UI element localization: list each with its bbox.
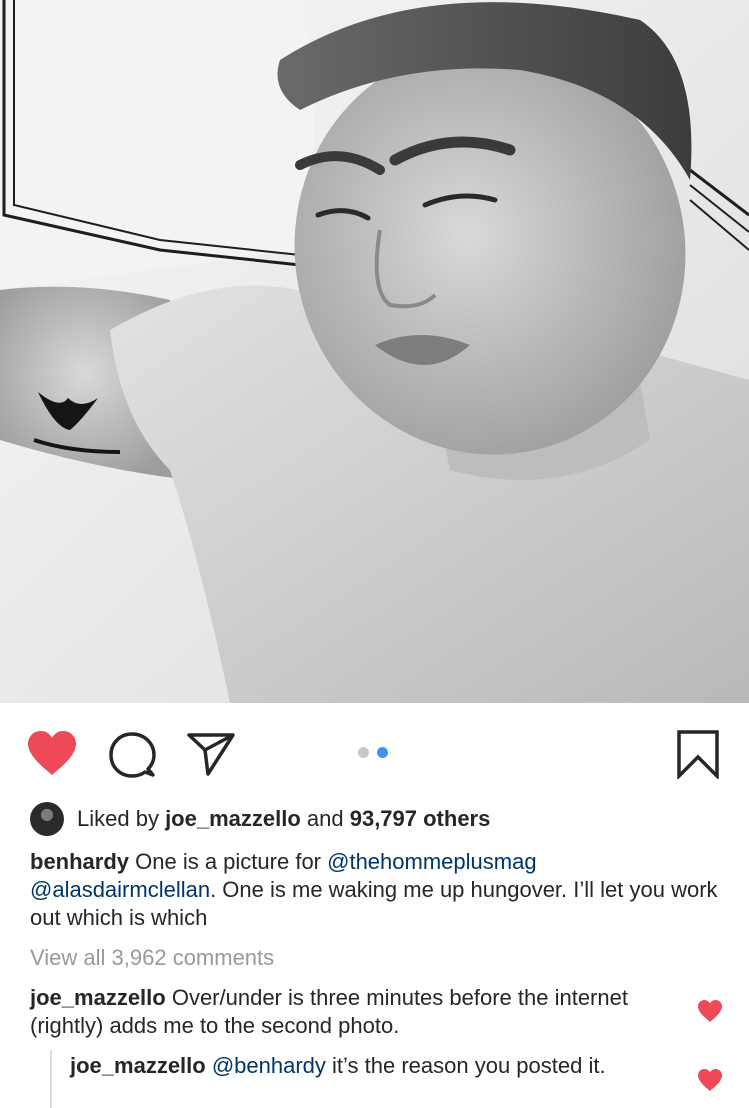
reply-thread-line xyxy=(50,1050,52,1108)
likes-text: Liked by joe_mazzello and 93,797 others xyxy=(77,802,490,836)
view-all-comments-link[interactable]: View all 3,962 comments xyxy=(30,944,274,972)
caption-mention[interactable]: @thehommeplusmag xyxy=(327,849,536,874)
likes-row: Liked by joe_mazzello and 93,797 others xyxy=(30,802,490,836)
comment-heart-icon[interactable] xyxy=(697,1068,723,1092)
bookmark-icon[interactable] xyxy=(676,729,720,779)
post-action-bar xyxy=(0,703,749,803)
carousel-dot[interactable] xyxy=(358,747,369,758)
post-caption: benhardy One is a picture for @thehommep… xyxy=(30,848,720,932)
liker-username[interactable]: joe_mazzello xyxy=(165,806,301,831)
comment-text: it’s the reason you posted it. xyxy=(325,1053,606,1078)
liker-avatar[interactable] xyxy=(30,802,64,836)
carousel-indicator xyxy=(358,747,388,759)
carousel-dot-active[interactable] xyxy=(377,747,388,758)
comment-mention[interactable]: @benhardy xyxy=(212,1053,326,1078)
caption-text: One is a picture for xyxy=(129,849,328,874)
likes-and: and xyxy=(300,806,350,831)
likes-count[interactable]: 93,797 others xyxy=(350,806,491,831)
caption-username[interactable]: benhardy xyxy=(30,849,129,874)
comment-username[interactable]: joe_mazzello xyxy=(70,1053,206,1078)
comment-heart-icon[interactable] xyxy=(697,999,723,1023)
comment: joe_mazzello Over/under is three minutes… xyxy=(30,984,670,1040)
caption-mention[interactable]: @alasdairmclellan xyxy=(30,877,210,902)
likes-prefix: Liked by xyxy=(77,806,166,831)
post-photo[interactable] xyxy=(0,0,749,703)
comment-reply: joe_mazzello @benhardy it’s the reason y… xyxy=(70,1052,670,1080)
comment-bubble-icon[interactable] xyxy=(108,731,156,779)
comment-username[interactable]: joe_mazzello xyxy=(30,985,166,1010)
photo-illustration xyxy=(0,0,749,703)
heart-filled-icon[interactable] xyxy=(26,729,78,777)
paper-plane-icon[interactable] xyxy=(186,731,236,777)
